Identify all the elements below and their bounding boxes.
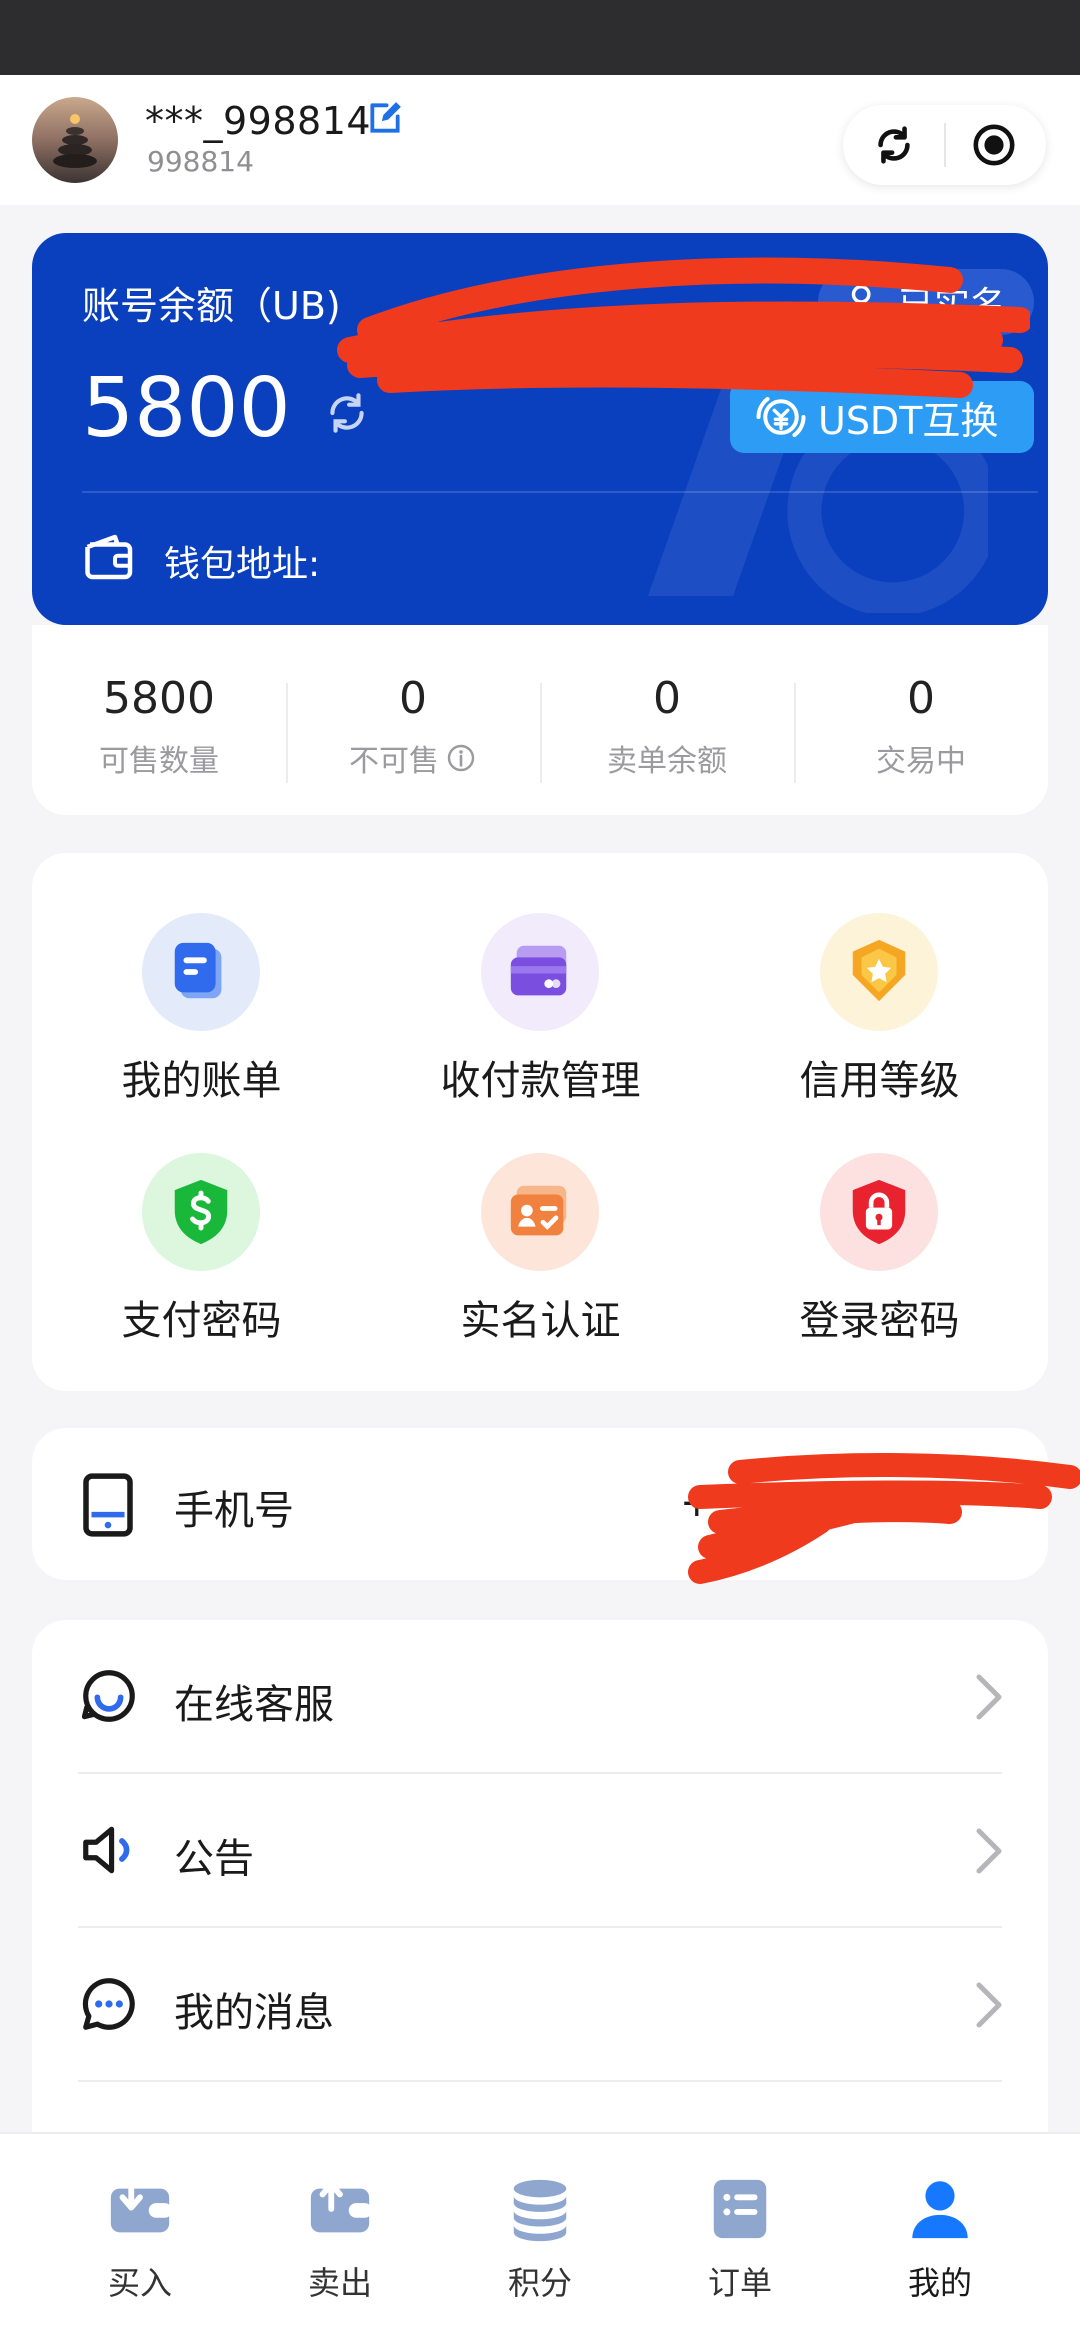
menu-item-label: 公告 (174, 1836, 254, 1882)
sell-icon (310, 2181, 373, 2233)
chevron-right-icon (976, 1982, 1002, 2028)
tab-label: 积分 (507, 2264, 572, 2302)
card-divider (82, 491, 1038, 493)
bottom-tab-bar: 买入 卖出 积分 订单 我的 (0, 2132, 1080, 2340)
card-icon (510, 945, 567, 996)
tab-profile[interactable]: 我的 (840, 2156, 1040, 2316)
stat-unsellable[interactable]: 0 不可售 (286, 673, 540, 780)
redaction-scribble (688, 1453, 1080, 1584)
user-id: 998814 (147, 145, 254, 178)
stat-value: 0 (653, 673, 681, 724)
balance-label: 账号余额（UB) (82, 284, 341, 328)
username: ***_998814 (145, 99, 372, 143)
stat-label: 卖单余额 (607, 744, 727, 779)
menu-item-my-messages[interactable]: 我的消息 (32, 1928, 1048, 2082)
tab-orders[interactable]: 订单 (640, 2156, 840, 2316)
stat-value: 5800 (103, 673, 215, 724)
tab-label: 订单 (707, 2264, 772, 2302)
miniapp-capsule (843, 105, 1046, 185)
menu-item-announcement[interactable]: 公告 (32, 1774, 1048, 1928)
menu-item-customer-service[interactable]: 在线客服 (32, 1620, 1048, 1774)
menu-item-label: 我的消息 (174, 1990, 334, 2036)
message-icon (82, 1978, 135, 2030)
info-icon[interactable] (445, 742, 477, 774)
capsule-divider (944, 123, 946, 167)
grid-item-label: 支付密码 (121, 1298, 282, 1344)
redaction-scribble (337, 257, 1030, 398)
id-card-icon (510, 1185, 567, 1236)
avatar[interactable] (32, 97, 118, 183)
customer-service-icon (81, 1670, 135, 1722)
stat-trading[interactable]: 0 交易中 (794, 673, 1048, 780)
profile-icon (912, 2181, 968, 2239)
stat-sellable[interactable]: 5800 可售数量 (32, 673, 286, 780)
shield-dollar-icon (174, 1179, 228, 1245)
bill-icon (174, 942, 222, 999)
tab-points[interactable]: 积分 (440, 2156, 640, 2316)
tab-label: 买入 (107, 2264, 172, 2302)
stat-value: 0 (907, 673, 935, 724)
grid-item-my-bills[interactable]: 我的账单 (32, 853, 371, 1104)
chevron-right-icon (976, 1828, 1002, 1874)
menu-list: 在线客服 公告 我的消息 (32, 1620, 1048, 2140)
grid-item-payment-password[interactable]: 支付密码 (32, 1093, 371, 1344)
menu-item-label: 在线客服 (174, 1682, 334, 1728)
buy-icon (110, 2179, 173, 2233)
stat-label: 不可售 (286, 736, 540, 780)
profile-header: ***_998814 998814 (0, 75, 1080, 205)
stat-sell-order-balance[interactable]: 0 卖单余额 (540, 673, 794, 780)
grid-item-login-password[interactable]: 登录密码 (710, 1093, 1049, 1344)
wallet-icon (85, 534, 133, 580)
grid-item-real-name-auth[interactable]: 实名认证 (371, 1093, 710, 1344)
phone-label: 手机号 (174, 1488, 294, 1534)
phone-icon (83, 1473, 133, 1537)
balance-amount: 5800 (82, 361, 291, 456)
points-icon (513, 2179, 567, 2242)
speaker-icon (83, 1826, 130, 1874)
stat-label: 交易中 (876, 744, 966, 779)
status-bar (0, 0, 1080, 75)
grid-item-payment-management[interactable]: 收付款管理 (371, 853, 710, 1104)
feature-grid: 我的账单 收付款管理 信用等级 支付密码 实名认证 登录密码 (32, 853, 1048, 1391)
tab-sell[interactable]: 卖出 (240, 2156, 440, 2316)
close-target-icon[interactable] (971, 122, 1017, 168)
grid-item-label: 实名认证 (460, 1298, 621, 1344)
edit-icon[interactable] (366, 99, 404, 137)
refresh-icon[interactable] (871, 122, 917, 168)
grid-item-credit-level[interactable]: 信用等级 (710, 853, 1049, 1104)
tab-buy[interactable]: 买入 (40, 2156, 240, 2316)
wallet-address-label: 钱包地址: (164, 544, 321, 585)
chevron-right-icon (976, 1674, 1002, 1720)
stats-card: 5800 可售数量 0 不可售 0 卖单余额 0 交易中 (32, 625, 1048, 815)
stat-label: 可售数量 (99, 744, 219, 779)
badge-star-icon (852, 939, 906, 1002)
lock-icon (852, 1179, 906, 1245)
stat-value: 0 (399, 673, 427, 724)
tab-label: 我的 (907, 2264, 972, 2302)
orders-icon (713, 2179, 767, 2239)
tab-label: 卖出 (307, 2264, 372, 2302)
grid-item-label: 登录密码 (799, 1298, 960, 1344)
